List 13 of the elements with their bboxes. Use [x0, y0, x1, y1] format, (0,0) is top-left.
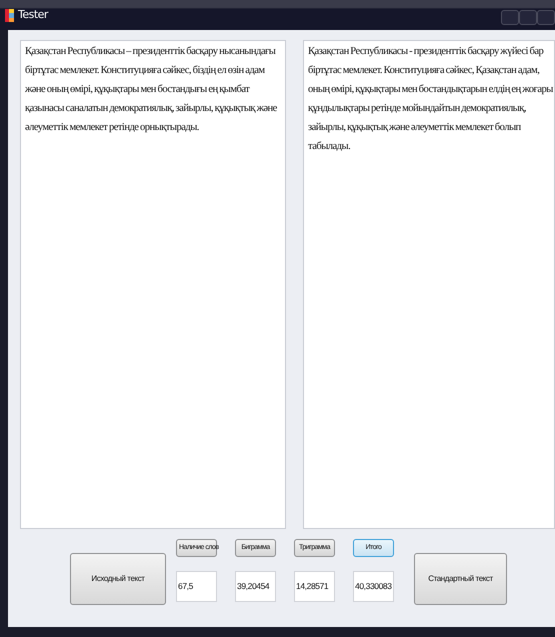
- metric-field[interactable]: 39,20454: [235, 570, 276, 602]
- metric-field[interactable]: 40,330083: [353, 570, 394, 602]
- source-text-area[interactable]: Қазақстан Республикасы – президенттік басқару нысанындағы біртұтас мемлекет. Конституцияға сәйкес, біздің ел өзін адам және оның өмірі, құқықтары мен бостандығы ең қымбат қазынасы саналатын демократиялық, зайырлы, құқықтық және әлеуметтік мемлекет ретінде орнықтырады.: [20, 40, 286, 529]
- source-text-button[interactable]: Исходный текст: [70, 553, 166, 605]
- app-icon: [5, 8, 14, 22]
- maximize-button[interactable]: [519, 10, 537, 24]
- minimize-button[interactable]: [501, 10, 519, 24]
- standard-text-area[interactable]: Қазақстан Республикасы - президенттік басқару жүйесі бар біртұтас мемлекет. Конституцияға сәйкес, Қазақстан адам, оның өмірі, құқықтары мен бостандықтарын елдің ең жоғары құндылықтары ретінде мойындайтын демократиялық, зайырлы, құқықтық және әлеуметтік мемлекет болып табылады.: [303, 40, 555, 529]
- close-button[interactable]: [537, 10, 555, 24]
- metric-field[interactable]: 67,5: [176, 570, 217, 602]
- metric-field[interactable]: 14,28571: [294, 570, 335, 602]
- window-title: Tester: [18, 6, 48, 23]
- standard-text-button[interactable]: Стандартный текст: [414, 553, 507, 605]
